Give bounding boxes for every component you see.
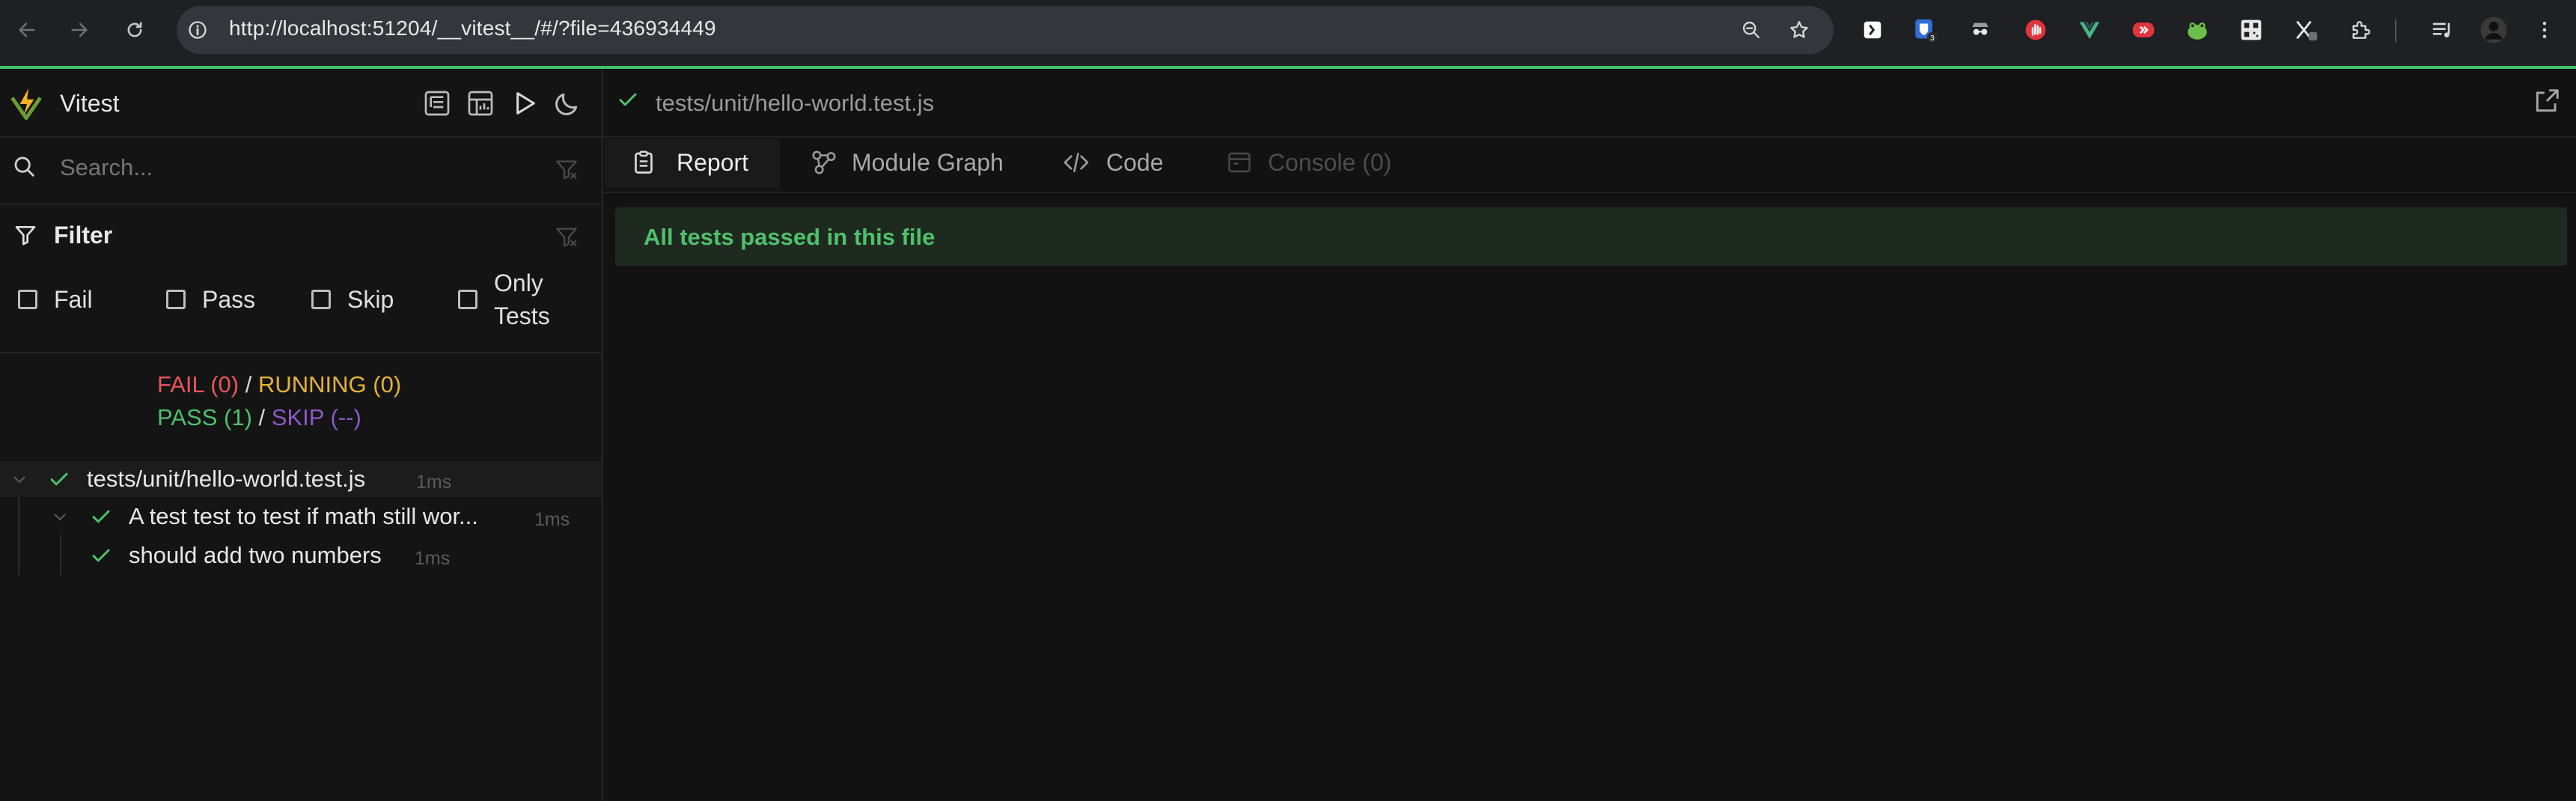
- bookmark-star-icon[interactable]: [1784, 15, 1814, 45]
- search-input[interactable]: [58, 151, 525, 184]
- filter-skip-label: Skip: [347, 285, 394, 313]
- file-path-title: tests/unit/hello-world.test.js: [656, 90, 935, 116]
- status-banner: All tests passed in this file: [615, 207, 2567, 266]
- filter-only-tests-checkbox[interactable]: Only Tests: [458, 269, 550, 329]
- chevron-down-icon[interactable]: [10, 470, 28, 488]
- fail-count: FAIL (0): [157, 371, 239, 398]
- dashboard-icon[interactable]: [466, 88, 495, 118]
- tab-label: Report: [677, 148, 749, 176]
- sidebar: Vitest Filter Fail Pass Skip OnlyT: [0, 69, 603, 801]
- tree-item-suite[interactable]: A test test to test if math still wor...…: [0, 499, 602, 534]
- vue-devtools-icon[interactable]: [2075, 15, 2105, 45]
- filter-pass-label: Pass: [202, 285, 256, 313]
- forward-icon[interactable]: [64, 15, 94, 45]
- search-icon: [12, 154, 37, 180]
- divider: [603, 192, 2576, 193]
- tab-code[interactable]: Code: [1061, 139, 1188, 186]
- url-text[interactable]: http://localhost:51204/__vitest__/#/?fil…: [229, 16, 716, 40]
- code-icon: [1061, 147, 1091, 177]
- tree-item-duration: 1ms: [416, 472, 452, 493]
- svg-text:3: 3: [1930, 34, 1935, 43]
- check-icon: [90, 544, 112, 567]
- x-extension-icon[interactable]: [2292, 15, 2322, 45]
- bitwarden-extension-icon[interactable]: 3: [1910, 15, 1940, 45]
- check-icon: [48, 468, 70, 490]
- tab-label: Console (0): [1268, 148, 1392, 176]
- console-icon: [1226, 149, 1253, 176]
- chevron-down-icon[interactable]: [51, 508, 69, 526]
- spy-extension-icon[interactable]: [1965, 15, 1995, 45]
- run-all-icon[interactable]: [509, 88, 539, 118]
- tree-item-duration: 1ms: [415, 548, 451, 569]
- tree-item-label: A test test to test if math still wor...: [129, 503, 478, 529]
- checkbox-box[interactable]: [166, 290, 186, 309]
- browser-toolbar: http://localhost:51204/__vitest__/#/?fil…: [0, 0, 2576, 66]
- dark-mode-toggle-icon[interactable]: [552, 88, 582, 118]
- filter-fail-checkbox[interactable]: Fail: [18, 281, 93, 317]
- vitest-logo-icon: [7, 85, 45, 123]
- tab-console[interactable]: Console (0): [1223, 139, 1432, 186]
- frog-extension-icon[interactable]: [2182, 15, 2212, 45]
- checkbox-box[interactable]: [311, 290, 331, 309]
- checkbox-box[interactable]: [458, 290, 477, 309]
- tab-report[interactable]: Report: [605, 139, 780, 188]
- divider: [0, 204, 602, 205]
- filter-fail-label: Fail: [54, 285, 93, 313]
- filter-icon: [13, 223, 37, 247]
- filter-only-tests-label-line2: Tests: [494, 302, 550, 329]
- graph-icon: [810, 148, 838, 177]
- divider: [0, 352, 602, 353]
- filter-skip-checkbox[interactable]: Skip: [311, 281, 394, 317]
- running-count: RUNNING (0): [257, 371, 402, 398]
- clear-filter-icon[interactable]: [554, 225, 579, 250]
- main-panel: tests/unit/hello-world.test.js Report Mo…: [603, 69, 2576, 801]
- tab-label: Code: [1106, 148, 1164, 176]
- tree-item-duration: 1ms: [534, 509, 570, 530]
- youtube-extension-icon[interactable]: [2128, 15, 2158, 45]
- clipboard-icon: [630, 149, 657, 176]
- pass-count: PASS (1): [157, 404, 252, 430]
- test-summary: FAIL (0) / RUNNING (0) PASS (1) / SKIP (…: [157, 368, 401, 434]
- open-in-new-window-icon[interactable]: [2533, 87, 2561, 115]
- extension-1-icon[interactable]: [1858, 15, 1887, 45]
- tree-item-label: tests/unit/hello-world.test.js: [87, 466, 366, 492]
- app-title: Vitest: [60, 90, 120, 117]
- filter-only-tests-label: Only Tests: [494, 267, 550, 332]
- zoom-icon[interactable]: [1736, 15, 1766, 45]
- back-icon[interactable]: [12, 15, 42, 45]
- filter-only-tests-label-line1: Only: [494, 269, 543, 296]
- divider: [0, 136, 602, 138]
- media-control-icon[interactable]: [2428, 15, 2458, 45]
- banner-text: All tests passed in this file: [644, 224, 936, 250]
- filter-pass-checkbox[interactable]: Pass: [166, 281, 255, 317]
- more-menu-icon[interactable]: [2530, 15, 2560, 45]
- tree-item-test[interactable]: should add two numbers 1ms: [0, 537, 602, 573]
- summary-separator: /: [245, 371, 252, 398]
- checkbox-box[interactable]: [18, 290, 37, 309]
- collapse-all-icon[interactable]: [422, 88, 452, 118]
- tab-label: Module Graph: [852, 148, 1004, 176]
- stop-hand-extension-icon[interactable]: [2021, 15, 2051, 45]
- reload-icon[interactable]: [120, 15, 150, 45]
- skip-count: SKIP (--): [271, 404, 361, 430]
- tab-module-graph[interactable]: Module Graph: [807, 139, 1024, 186]
- summary-separator: /: [258, 404, 266, 430]
- filter-title: Filter: [54, 222, 113, 249]
- clear-search-filter-icon[interactable]: [554, 157, 579, 183]
- check-icon: [617, 88, 639, 111]
- profile-avatar[interactable]: [2479, 15, 2509, 45]
- extensions-icon[interactable]: [2345, 15, 2375, 45]
- qr-code-extension-icon[interactable]: [2236, 15, 2266, 45]
- tree-item-label: should add two numbers: [129, 542, 382, 568]
- divider: [603, 136, 2576, 138]
- toolbar-divider: [2395, 19, 2396, 42]
- tree-item-file[interactable]: tests/unit/hello-world.test.js 1ms: [0, 461, 602, 497]
- site-info-icon[interactable]: [183, 15, 213, 45]
- check-icon: [90, 505, 112, 528]
